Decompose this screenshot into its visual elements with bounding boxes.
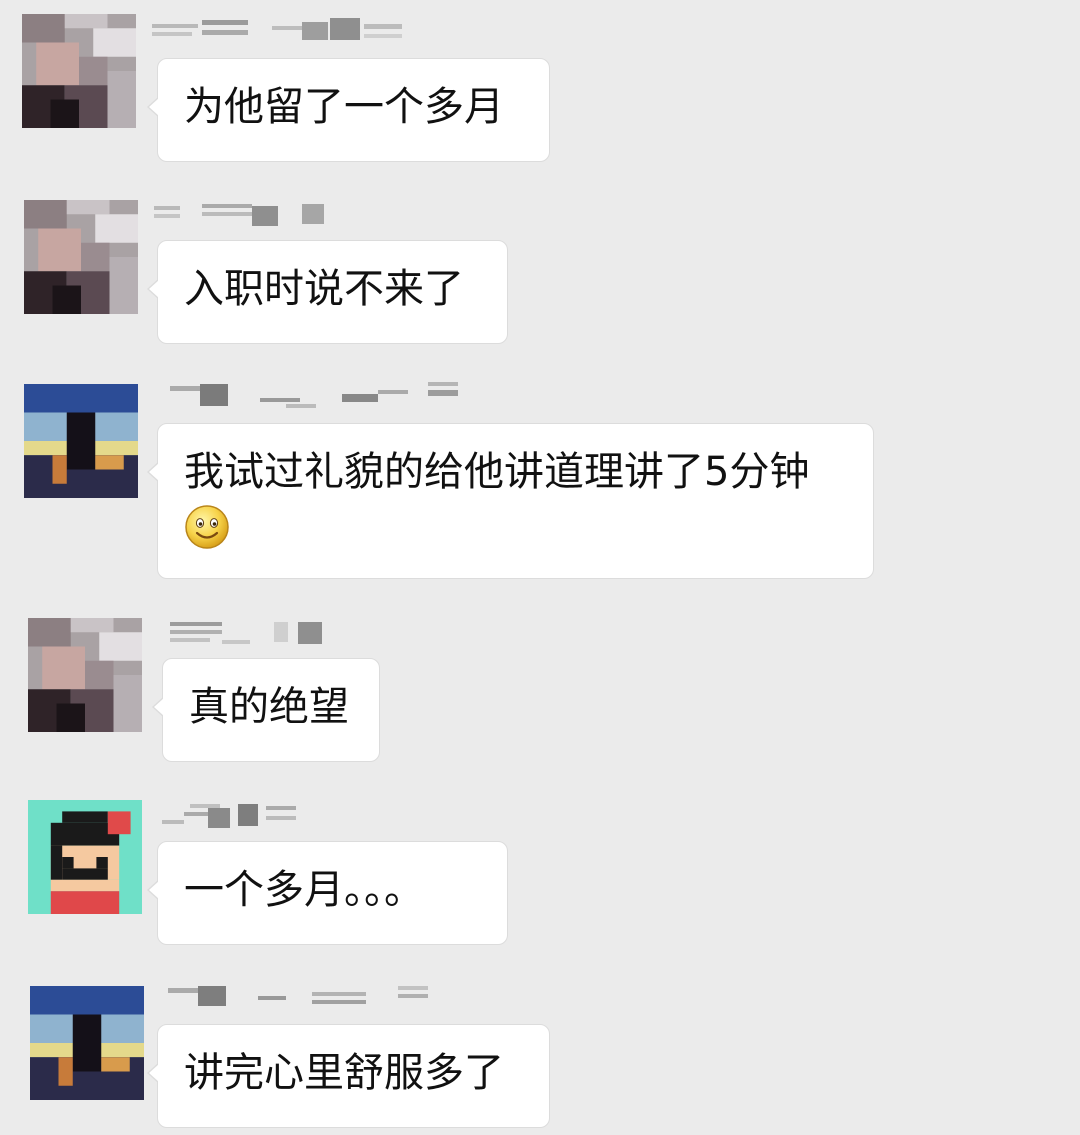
message-text: 我试过礼貌的给他讲道理讲了5分钟 (184, 449, 810, 495)
chat-message-list[interactable]: 为他留了一个多月 入职时说不来了 我试过礼貌的给他讲道理讲了5分钟 真的绝望 一… (0, 0, 1080, 1135)
girl-hair-avatar-icon (28, 618, 142, 732)
nickname-blurred (170, 618, 340, 646)
message-bubble[interactable]: 一个多月。。。 (147, 841, 508, 945)
cartoon-girl-avatar-icon (28, 800, 142, 914)
nickname-blurred (152, 16, 412, 44)
message-bubble[interactable]: 真的绝望 (152, 658, 380, 762)
avatar[interactable] (28, 800, 142, 914)
girl-hair-avatar-icon (22, 14, 136, 128)
nickname-blurred (152, 200, 332, 228)
message-text: 一个多月。。。 (184, 867, 424, 913)
message-bubble[interactable]: 我试过礼貌的给他讲道理讲了5分钟 (147, 423, 874, 579)
smiley-face-icon (185, 505, 229, 549)
girl-hair-avatar-icon (24, 200, 138, 314)
message-bubble[interactable]: 入职时说不来了 (147, 240, 508, 344)
avatar[interactable] (30, 986, 144, 1100)
nickname-blurred (168, 982, 438, 1010)
message-bubble[interactable]: 为他留了一个多月 (147, 58, 550, 162)
message-text: 真的绝望 (189, 684, 349, 730)
avatar[interactable] (24, 200, 138, 314)
message-text: 讲完心里舒服多了 (184, 1050, 504, 1096)
sunset-silhouette-avatar-icon (24, 384, 138, 498)
nickname-blurred (162, 800, 312, 828)
message-bubble[interactable]: 讲完心里舒服多了 (147, 1024, 550, 1128)
avatar[interactable] (24, 384, 138, 498)
avatar[interactable] (28, 618, 142, 732)
nickname-blurred (170, 380, 470, 408)
message-text: 为他留了一个多月 (184, 84, 504, 130)
message-text: 入职时说不来了 (184, 266, 464, 312)
avatar[interactable] (22, 14, 136, 128)
sunset-silhouette-avatar-icon (30, 986, 144, 1100)
